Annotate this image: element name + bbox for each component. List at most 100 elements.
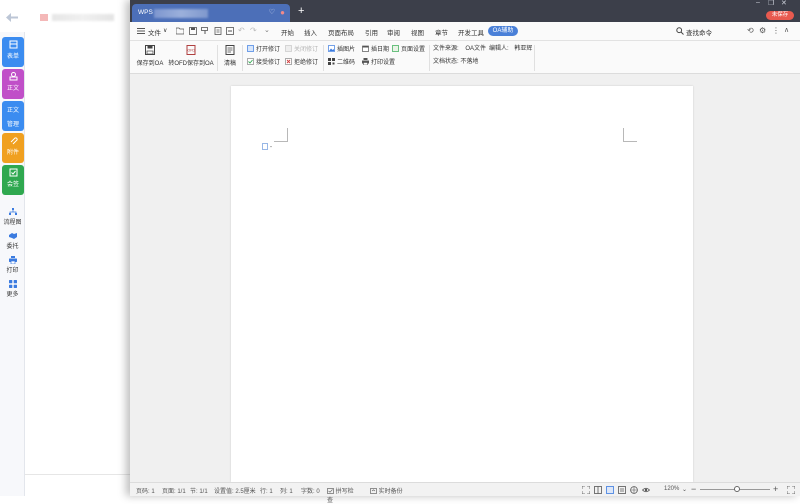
revision-off-icon (285, 45, 292, 52)
rail-button-sign[interactable]: 会签 (2, 165, 24, 195)
doc-status-value: 不落地 (460, 59, 479, 65)
document-page[interactable] (231, 86, 693, 482)
close-revision-button[interactable]: 关闭修订 (285, 45, 318, 54)
open-revision-button[interactable]: 打开修订 (247, 45, 280, 54)
close-tab-icon[interactable]: ● (280, 8, 285, 17)
open-revision-label: 打开修订 (256, 47, 281, 53)
save-to-oa-button[interactable]: 保存到OA (135, 45, 165, 67)
search-command[interactable]: 查找命令 (686, 27, 712, 37)
rail-button-text[interactable]: 正文 (2, 69, 24, 99)
zoom-level[interactable]: 120% (664, 486, 679, 492)
reject-icon (285, 58, 292, 65)
zoom-in-button[interactable]: + (773, 484, 778, 494)
paragraph-marker-icon[interactable] (262, 143, 274, 150)
minimize-icon[interactable]: – (756, 0, 760, 6)
rail-label-text-manage-1: 正文 (6, 108, 19, 114)
menu-home[interactable]: 开始 (281, 27, 294, 37)
insert-image-button[interactable]: 插图片 (328, 45, 355, 54)
reject-revision-label: 拒绝修订 (294, 60, 319, 66)
menu-file[interactable]: 文件 (148, 27, 161, 37)
floppy-disk-icon (145, 45, 155, 55)
page-setup-button[interactable]: 页面设置 (392, 45, 425, 54)
ribbon-oa-assist: 保存到OA OFD 转OFD保存到OA 清稿 打开修订 关闭修订 接受修订 拒绝… (130, 41, 800, 74)
menu-insert[interactable]: 插入 (304, 27, 317, 37)
hamburger-icon[interactable] (137, 27, 145, 35)
document-tab-title: WPS (138, 9, 153, 16)
status-section[interactable]: 节: 1/1 (190, 486, 208, 495)
menu-page-layout[interactable]: 页面布局 (328, 27, 354, 37)
rail-button-text-manage[interactable]: 正文 管理 (2, 101, 24, 131)
web-view-icon[interactable] (630, 486, 638, 494)
more-options-icon[interactable]: ⋮ (772, 26, 780, 35)
spell-check[interactable]: 拼写检查 (327, 486, 357, 504)
rail-link-flowchart[interactable]: 流程图 (0, 208, 25, 226)
menu-view[interactable]: 视图 (411, 27, 424, 37)
new-tab-button[interactable]: + (298, 5, 304, 17)
menu-oa-assist[interactable]: OA辅助 (488, 26, 518, 36)
save-ofd-to-oa-button[interactable]: OFD 转OFD保存到OA (168, 45, 214, 67)
format-painter-icon[interactable] (201, 27, 209, 35)
close-window-icon[interactable]: ✕ (781, 0, 787, 7)
export-pdf-icon[interactable] (226, 27, 234, 35)
outline-view-icon[interactable] (618, 486, 626, 494)
rail-button-form[interactable]: 表单 (2, 37, 24, 67)
menu-chapter[interactable]: 章节 (435, 27, 448, 37)
open-folder-icon[interactable] (175, 27, 185, 35)
status-pages[interactable]: 页面: 1/1 (162, 486, 186, 495)
zoom-dropdown-icon[interactable]: ⌄ (682, 486, 687, 493)
eye-protection-icon[interactable] (641, 486, 651, 494)
maximize-icon[interactable]: ❐ (768, 0, 774, 7)
pin-icon[interactable]: ♡ (269, 8, 275, 16)
accept-revision-button[interactable]: 接受修订 (247, 58, 280, 67)
status-words[interactable]: 字数: 0 (301, 486, 320, 495)
document-tab[interactable]: WPS ♡ ● (132, 4, 290, 22)
status-row[interactable]: 行: 1 (260, 486, 273, 495)
page-setup-icon (392, 45, 399, 52)
zoom-slider-handle[interactable] (734, 486, 740, 492)
clear-draft-button[interactable]: 清稿 (221, 45, 239, 67)
left-rail: 表单 正文 正文 管理 附件 会签 流程图 委托 打印 更多 (0, 32, 25, 496)
rail-label-more: 更多 (6, 292, 19, 298)
calendar-icon (362, 45, 369, 52)
rail-link-print[interactable]: 打印 (0, 256, 25, 274)
fit-page-icon[interactable] (786, 485, 796, 495)
ribbon-separator (242, 45, 243, 71)
search-icon[interactable] (676, 27, 684, 35)
rail-label-text: 正文 (6, 86, 19, 92)
file-source-info: 文件来源: OA文件 (433, 45, 486, 54)
gear-icon[interactable]: ⚙ (759, 26, 766, 35)
back-arrow-icon[interactable] (6, 13, 18, 22)
status-setting[interactable]: 设置值: 2.5厘米 (214, 486, 256, 495)
rail-label-delegate: 委托 (6, 244, 19, 250)
print-setup-button[interactable]: 打印设置 (362, 58, 395, 67)
rail-link-more[interactable]: 更多 (0, 280, 25, 298)
menu-references[interactable]: 引用 (365, 27, 378, 37)
save-icon[interactable] (189, 27, 197, 35)
status-col[interactable]: 列: 1 (280, 486, 293, 495)
print-preview-icon[interactable] (214, 27, 222, 35)
menu-developer-tools[interactable]: 开发工具 (458, 27, 484, 37)
paperclip-icon (10, 137, 18, 145)
rail-link-delegate[interactable]: 委托 (0, 232, 25, 250)
rail-button-attachment[interactable]: 附件 (2, 133, 24, 163)
qr-code-button[interactable]: 二维码 (328, 58, 355, 67)
realtime-backup[interactable]: 实时备份 (370, 486, 404, 495)
fullscreen-icon[interactable] (581, 485, 591, 495)
redo-icon[interactable]: ↷ (250, 26, 257, 35)
unsaved-badge[interactable]: 未保存 (766, 11, 794, 20)
reject-revision-button[interactable]: 拒绝修订 (285, 58, 318, 67)
status-page[interactable]: 页码: 1 (136, 486, 155, 495)
chevron-down-icon[interactable]: ∨ (163, 27, 167, 34)
undo-icon[interactable]: ↶ (238, 26, 245, 35)
menu-review[interactable]: 审阅 (387, 27, 400, 37)
page-view-icon[interactable] (606, 486, 614, 494)
insert-date-button[interactable]: 插日期 (362, 45, 389, 54)
customize-quick-access-icon[interactable]: ⌄ (264, 26, 270, 34)
accept-revision-label: 接受修订 (256, 60, 281, 66)
close-revision-label: 关闭修订 (294, 47, 319, 53)
zoom-out-button[interactable]: − (691, 484, 696, 494)
collapse-ribbon-icon[interactable]: ∧ (784, 26, 789, 34)
read-mode-icon[interactable] (594, 486, 602, 494)
handshake-icon (8, 233, 17, 239)
sync-icon[interactable]: ⟲ (747, 26, 754, 35)
